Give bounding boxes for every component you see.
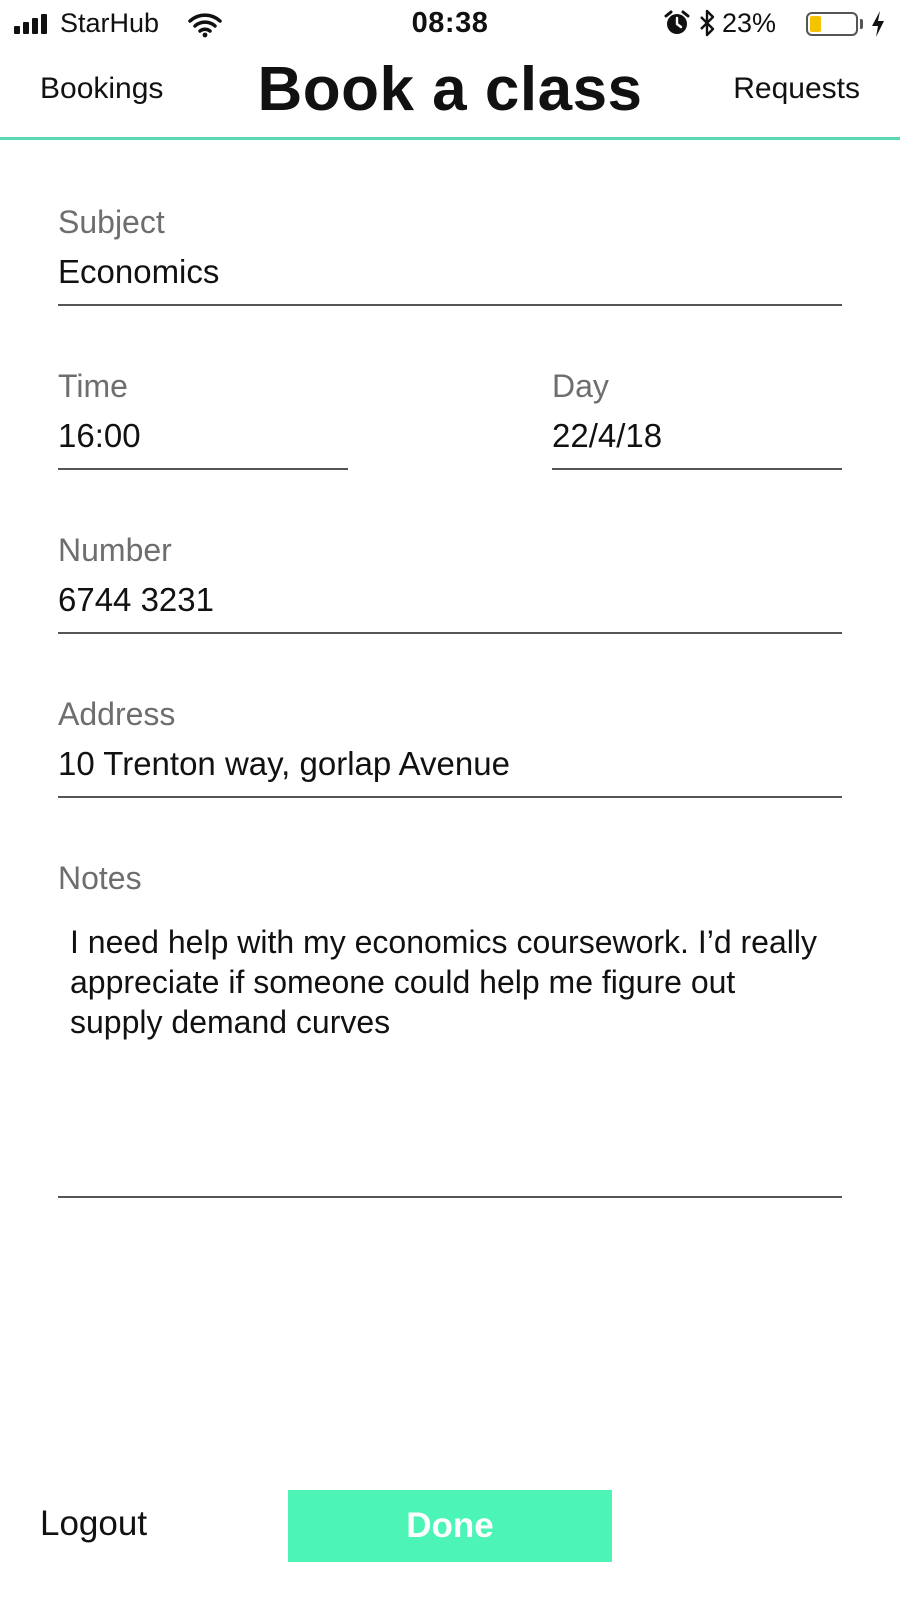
number-label: Number <box>58 532 172 568</box>
bluetooth-icon <box>700 9 715 37</box>
battery-percent: 23% <box>722 8 777 38</box>
battery-icon <box>806 12 858 36</box>
number-input[interactable]: 6744 3231 <box>58 580 842 634</box>
subject-field[interactable]: Subject Economics <box>58 202 842 306</box>
battery-level-fill <box>810 16 822 32</box>
time-field[interactable]: Time 16:00 <box>58 366 348 470</box>
address-field[interactable]: Address 10 Trenton way, gorlap Avenue <box>58 694 842 798</box>
notes-field[interactable]: Notes I need help with my economics cour… <box>58 858 842 1198</box>
status-bar: StarHub 08:38 23% <box>0 0 900 50</box>
done-button[interactable]: Done <box>288 1490 612 1562</box>
address-input[interactable]: 10 Trenton way, gorlap Avenue <box>58 744 842 798</box>
notes-label: Notes <box>58 860 142 896</box>
number-field[interactable]: Number 6744 3231 <box>58 530 842 634</box>
address-label: Address <box>58 696 176 732</box>
battery-tip <box>860 19 863 29</box>
book-class-screen: StarHub 08:38 23% Bookings Book a class … <box>0 0 900 1600</box>
subject-label: Subject <box>58 204 165 240</box>
subject-input[interactable]: Economics <box>58 252 842 306</box>
notes-textarea[interactable]: I need help with my economics coursework… <box>58 898 842 1198</box>
nav-bar: Bookings Book a class Requests <box>0 52 900 140</box>
alarm-icon <box>664 10 690 34</box>
requests-link[interactable]: Requests <box>733 72 860 106</box>
day-label: Day <box>552 368 609 404</box>
time-label: Time <box>58 368 128 404</box>
time-input[interactable]: 16:00 <box>58 416 348 470</box>
day-field[interactable]: Day 22/4/18 <box>552 366 842 470</box>
day-input[interactable]: 22/4/18 <box>552 416 842 470</box>
logout-button[interactable]: Logout <box>40 1504 147 1544</box>
charging-icon <box>872 11 884 37</box>
